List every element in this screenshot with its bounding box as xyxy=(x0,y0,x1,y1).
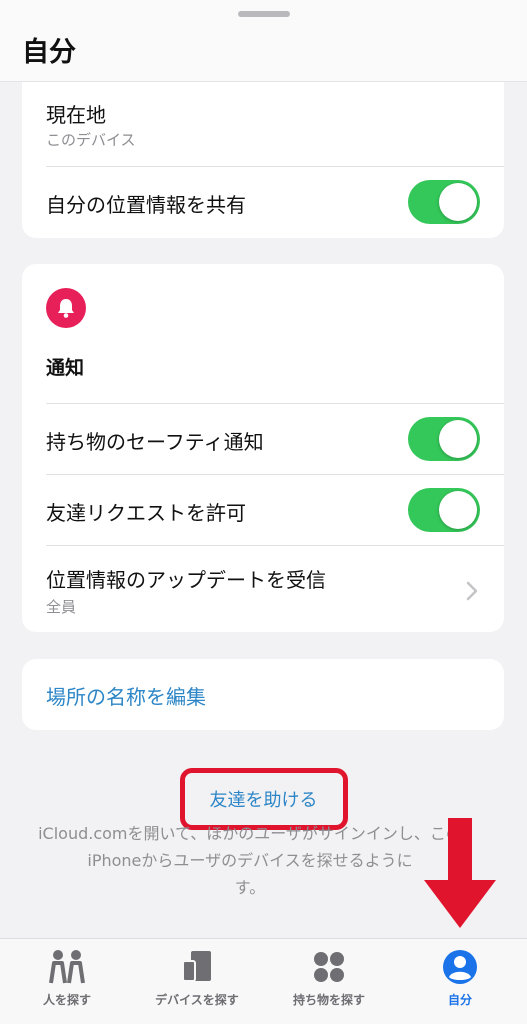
safety-alerts-toggle[interactable] xyxy=(408,417,480,461)
tab-devices[interactable]: デバイスを探す xyxy=(132,939,262,1024)
bell-icon xyxy=(46,288,86,328)
share-location-label: 自分の位置情報を共有 xyxy=(46,193,246,217)
people-icon xyxy=(49,950,85,984)
share-location-row: 自分の位置情報を共有 xyxy=(22,167,504,238)
current-location-row[interactable]: 現在地 このデバイス xyxy=(22,82,504,166)
tab-items[interactable]: 持ち物を探す xyxy=(264,939,394,1024)
tab-people[interactable]: 人を探す xyxy=(2,939,132,1024)
tab-label: 自分 xyxy=(447,993,472,1007)
friend-requests-row: 友達リクエストを許可 xyxy=(22,475,504,545)
safety-alerts-row: 持ち物のセーフティ通知 xyxy=(22,404,504,474)
sheet-grabber[interactable] xyxy=(238,11,290,17)
devices-icon xyxy=(182,951,211,982)
person-circle-icon xyxy=(443,950,477,984)
red-arrow-icon xyxy=(424,818,496,928)
help-description-text: iCloud.comを開いて、ほかのユーザがサインインし、このiPhoneからユ… xyxy=(38,824,462,870)
location-card: 現在地 このデバイス 自分の位置情報を共有 xyxy=(22,82,504,238)
help-description: iCloud.comを開いて、ほかのユーザがサインインし、このiPhoneからユ… xyxy=(30,820,470,901)
current-location-label: 現在地 xyxy=(46,103,106,127)
share-location-toggle[interactable] xyxy=(408,180,480,224)
chevron-right-icon xyxy=(466,581,478,601)
safety-alerts-label: 持ち物のセーフティ通知 xyxy=(46,430,264,454)
toggle-knob xyxy=(439,420,477,458)
location-updates-label: 位置情報のアップデートを受信 xyxy=(46,568,326,592)
page-title: 自分 xyxy=(22,37,76,68)
location-updates-row[interactable]: 位置情報のアップデートを受信 全員 xyxy=(22,546,504,632)
location-updates-value: 全員 xyxy=(46,598,77,616)
help-description-end: す。 xyxy=(234,878,266,897)
friend-requests-toggle[interactable] xyxy=(408,488,480,532)
toggle-knob xyxy=(439,491,477,529)
edit-places-link[interactable]: 場所の名称を編集 xyxy=(46,681,206,710)
tab-me[interactable]: 自分 xyxy=(395,939,525,1024)
tab-label: 人を探す xyxy=(42,993,91,1007)
notifications-title: 通知 xyxy=(46,357,85,379)
tab-label: 持ち物を探す xyxy=(292,993,365,1007)
toggle-knob xyxy=(439,183,477,221)
items-icon xyxy=(314,952,344,982)
friend-requests-label: 友達リクエストを許可 xyxy=(46,501,246,525)
tab-label: デバイスを探す xyxy=(155,993,239,1007)
tab-bar: 人を探す デバイスを探す 持ち物を探す 自分 xyxy=(0,938,527,1024)
current-location-value: このデバイス xyxy=(46,131,136,149)
edit-places-card: 場所の名称を編集 xyxy=(22,659,504,730)
notifications-card: 通知 持ち物のセーフティ通知 友達リクエストを許可 位置情報のアップデートを受信… xyxy=(22,264,504,632)
